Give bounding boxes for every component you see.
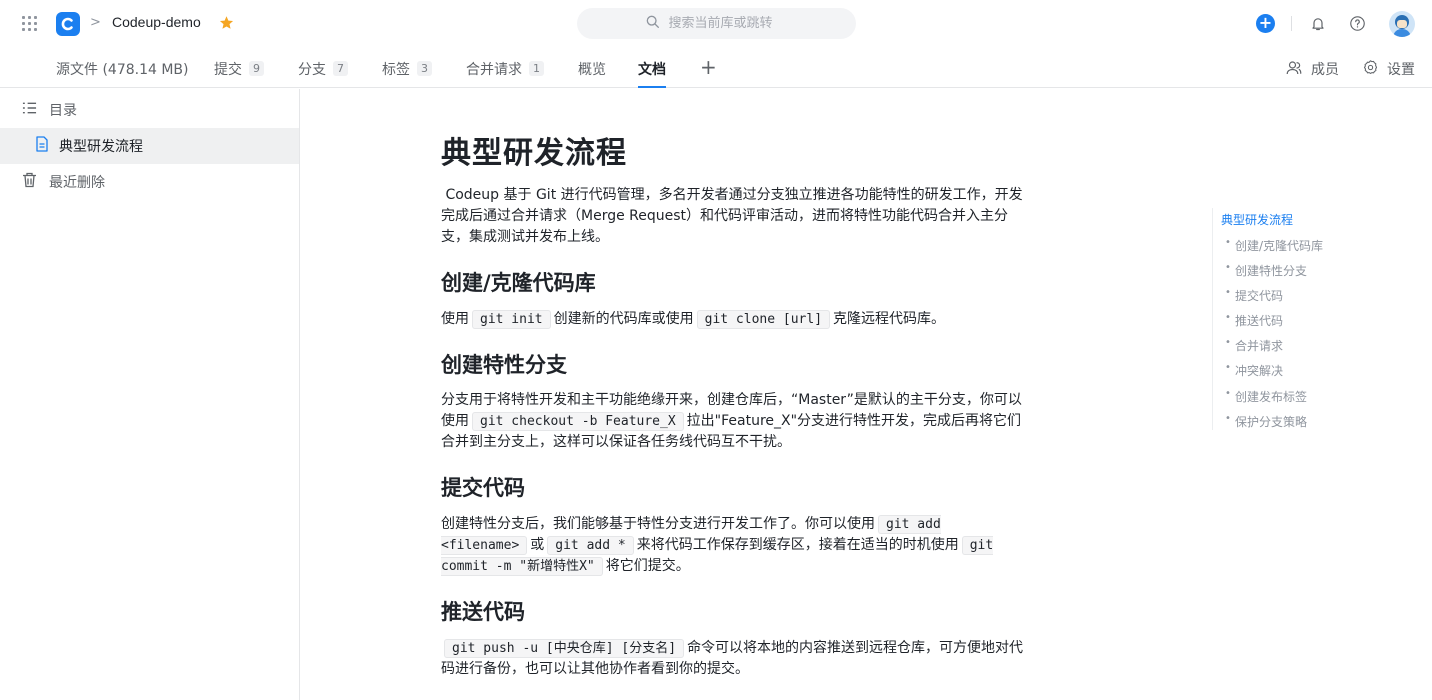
- chevron-right-icon: >: [90, 15, 101, 30]
- document-icon: [35, 136, 49, 156]
- apps-grid-icon[interactable]: [22, 16, 38, 32]
- count-badge: 3: [417, 61, 432, 76]
- star-icon[interactable]: [219, 15, 234, 34]
- add-tab-plus-icon[interactable]: +: [700, 55, 717, 79]
- search-icon: [645, 14, 661, 34]
- gear-icon: [1362, 59, 1379, 80]
- divider: [1291, 16, 1292, 31]
- section-text: 创建特性分支后，我们能够基于特性分支进行开发工作了。你可以使用 git add <…: [441, 515, 994, 576]
- doc-title: 典型研发流程: [441, 136, 627, 171]
- sidebar-item-trash[interactable]: 最近删除: [0, 164, 299, 200]
- outline-item[interactable]: 合并请求: [1225, 337, 1283, 354]
- list-icon: [22, 101, 37, 119]
- doc-sidebar: 目录 典型研发流程 最近删除: [0, 89, 300, 700]
- outline-item[interactable]: 保护分支策略: [1225, 413, 1307, 430]
- codeup-logo-icon[interactable]: [56, 12, 80, 36]
- settings-button[interactable]: 设置: [1362, 59, 1415, 80]
- repo-name[interactable]: Codeup-demo: [112, 14, 201, 30]
- tab-docs[interactable]: 文档: [638, 59, 666, 88]
- count-badge: 7: [333, 61, 348, 76]
- members-icon: [1285, 59, 1303, 81]
- doc-intro: Codeup 基于 Git 进行代码管理，多名开发者通过分支独立推进各功能特性的…: [441, 187, 1023, 245]
- section-heading: 创建/克隆代码库: [441, 271, 596, 295]
- top-bar: > Codeup-demo +: [0, 0, 1432, 48]
- outline-item-active[interactable]: 典型研发流程: [1221, 211, 1293, 228]
- tab-source-files[interactable]: 源文件 (478.14 MB): [56, 59, 189, 88]
- tab-merge-requests[interactable]: 合并请求 1: [466, 59, 544, 88]
- outline-item[interactable]: 提交代码: [1225, 287, 1283, 304]
- section-heading: 提交代码: [441, 476, 525, 500]
- section-heading: 推送代码: [441, 600, 525, 624]
- repo-tab-bar: 源文件 (478.14 MB) 提交 9 分支 7 标签 3 合并请求 1 概览 文档 …: [0, 48, 1432, 88]
- sidebar-item-doc[interactable]: 典型研发流程: [0, 128, 299, 164]
- outline-item[interactable]: 创建特性分支: [1225, 262, 1307, 279]
- search-input[interactable]: [668, 16, 789, 31]
- bell-icon[interactable]: [1310, 15, 1326, 36]
- inline-code: git clone [url]: [696, 310, 831, 329]
- members-button[interactable]: 成员: [1285, 59, 1339, 81]
- inline-code: git checkout -b Feature_X: [472, 412, 684, 431]
- outline-item[interactable]: 推送代码: [1225, 312, 1283, 329]
- outline-item[interactable]: 创建/克隆代码库: [1225, 237, 1323, 254]
- count-badge: 9: [249, 61, 264, 76]
- outline-item[interactable]: 冲突解决: [1225, 362, 1283, 379]
- tab-overview[interactable]: 概览: [578, 59, 606, 88]
- section-text: 使用 git init 创建新的代码库或使用 git clone [url] 克隆远程代…: [441, 310, 946, 329]
- outline-item[interactable]: 创建发布标签: [1225, 388, 1307, 405]
- tab-tags[interactable]: 标签 3: [382, 59, 432, 88]
- section-text: git push -u [中央仓库] [分支名] 命令可以将本地的内容推送到远程仓…: [441, 639, 1024, 677]
- help-icon[interactable]: [1349, 15, 1366, 36]
- tab-branches[interactable]: 分支 7: [298, 59, 348, 88]
- create-plus-button[interactable]: +: [1256, 14, 1275, 33]
- sidebar-item-toc[interactable]: 目录: [0, 92, 299, 128]
- avatar[interactable]: [1389, 11, 1415, 37]
- inline-code: git add *: [547, 536, 634, 555]
- inline-code: git push -u [中央仓库] [分支名]: [444, 639, 685, 658]
- trash-icon: [22, 172, 37, 192]
- section-heading: 创建特性分支: [441, 353, 567, 377]
- tab-commits[interactable]: 提交 9: [214, 59, 264, 88]
- inline-code: git init: [472, 310, 551, 329]
- doc-outline: 典型研发流程 创建/克隆代码库 创建特性分支 提交代码 推送代码 合并请求 冲突…: [1212, 208, 1372, 430]
- count-badge: 1: [529, 61, 544, 76]
- section-text: 分支用于将特性开发和主干功能绝缘开来，创建仓库后，“Master”是默认的主干分…: [441, 392, 1022, 450]
- search-box[interactable]: [577, 8, 856, 39]
